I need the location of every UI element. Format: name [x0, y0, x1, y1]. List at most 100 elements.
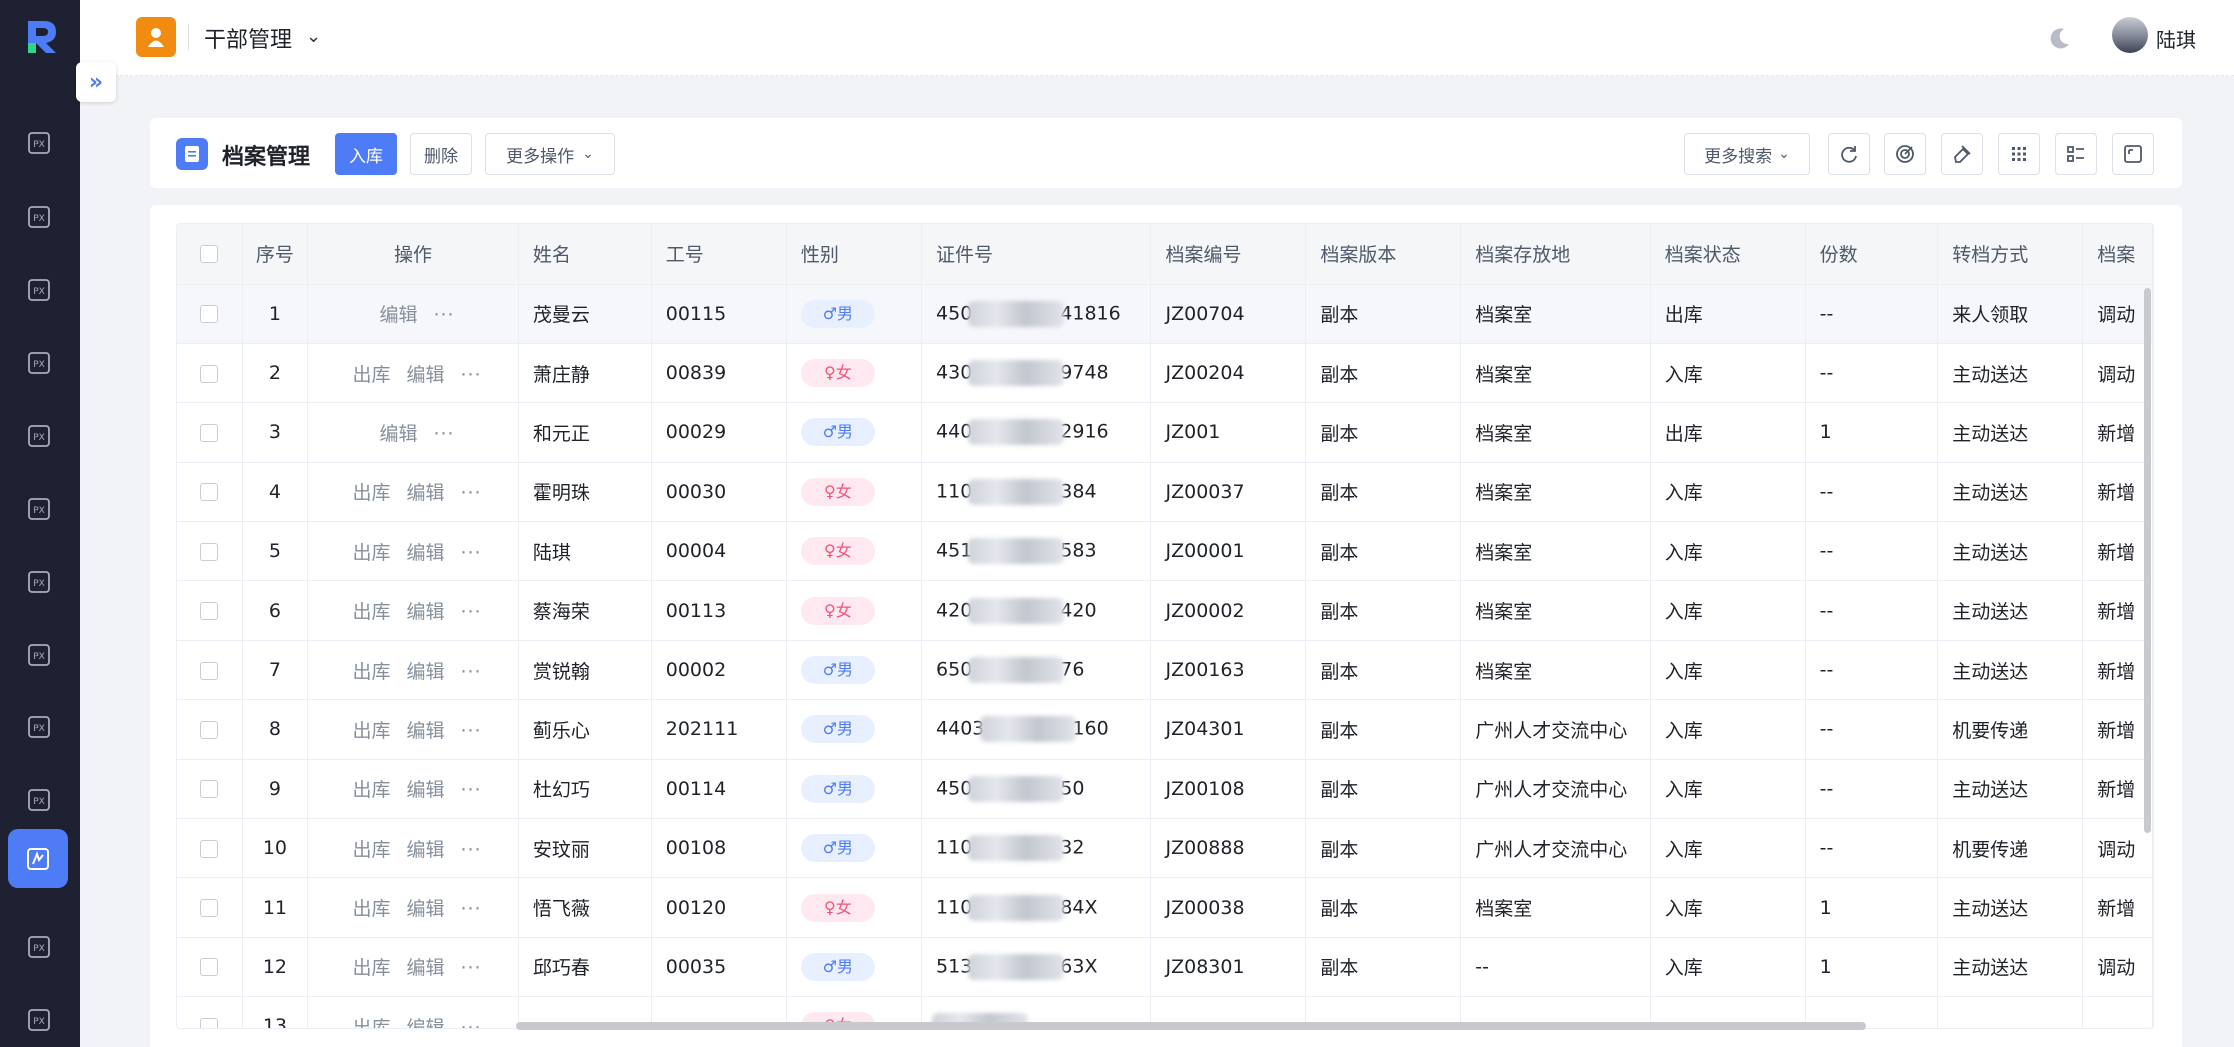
table-row[interactable]: 12 出库 编辑 ··· 邱巧春 00035 ♂男 513 63X JZ08301 副本 -- 入库 1 主… [177, 937, 2153, 998]
check-out-link[interactable]: 出库 [352, 661, 390, 683]
check-out-link[interactable]: 出库 [352, 1017, 390, 1028]
sidebar-item-10[interactable]: PX [24, 785, 54, 815]
row-checkbox[interactable] [200, 899, 219, 918]
more-actions-icon[interactable]: ··· [460, 779, 481, 801]
row-select-cell[interactable] [177, 877, 243, 938]
check-out-link[interactable]: 出库 [352, 601, 390, 623]
sidebar-expand-button[interactable]: » [76, 62, 116, 102]
more-actions-icon[interactable]: ··· [460, 1017, 481, 1028]
delete-button[interactable]: 删除 [410, 133, 472, 175]
table-row[interactable]: 10 出库 编辑 ··· 安玟丽 00108 ♂男 110 32 JZ00888 副本 广州人才交流中… [177, 818, 2153, 879]
sidebar-item-2[interactable]: PX [24, 202, 54, 232]
more-actions-icon[interactable]: ··· [460, 601, 481, 623]
row-select-cell[interactable] [177, 521, 243, 582]
col-header-location[interactable]: 档案存放地 [1460, 224, 1651, 285]
horizontal-scrollbar[interactable] [516, 1022, 1866, 1030]
edit-link[interactable]: 编辑 [406, 779, 444, 801]
check-out-link[interactable]: 出库 [352, 542, 390, 564]
more-actions-icon[interactable]: ··· [433, 423, 454, 445]
more-actions-icon[interactable]: ··· [460, 957, 481, 979]
edit-link[interactable]: 编辑 [406, 898, 444, 920]
table-row[interactable]: 6 出库 编辑 ··· 蔡海荣 00113 ♀女 420 420 JZ00002 副本 档案室 入库 --… [177, 580, 2153, 641]
row-checkbox[interactable] [200, 1017, 219, 1028]
module-switcher[interactable]: 干部管理 [204, 22, 292, 54]
user-name[interactable]: 陆琪 [2156, 24, 2196, 53]
row-select-cell[interactable] [177, 996, 243, 1028]
more-actions-icon[interactable]: ··· [460, 661, 481, 683]
row-checkbox[interactable] [200, 780, 219, 799]
select-all-checkbox[interactable] [200, 245, 219, 264]
row-select-cell[interactable] [177, 402, 243, 463]
edit-link[interactable]: 编辑 [379, 304, 417, 326]
row-checkbox[interactable] [200, 839, 219, 858]
sidebar-item-5[interactable]: PX [24, 421, 54, 451]
edit-link[interactable]: 编辑 [406, 601, 444, 623]
edit-link[interactable]: 编辑 [406, 364, 444, 386]
more-search-button[interactable]: 更多搜索 ⌄ [1684, 133, 1810, 175]
edit-link[interactable]: 编辑 [379, 423, 417, 445]
check-out-link[interactable]: 出库 [352, 779, 390, 801]
row-select-cell[interactable] [177, 462, 243, 523]
table-row[interactable]: 2 出库 编辑 ··· 萧庄静 00839 ♀女 430 9748 JZ00204 副本 档案室 入库 -… [177, 343, 2153, 404]
table-row[interactable]: 7 出库 编辑 ··· 赏锐翰 00002 ♂男 650 76 JZ00163 副本 档案室 入库 -- 主… [177, 640, 2153, 701]
more-actions-button[interactable]: 更多操作 ⌄ [485, 133, 615, 175]
sidebar-item-6[interactable]: PX [24, 494, 54, 524]
more-actions-icon[interactable]: ··· [460, 839, 481, 861]
refresh-button[interactable] [1828, 133, 1870, 175]
sidebar-item-12[interactable]: PX [24, 1005, 54, 1035]
sidebar-item-4[interactable]: PX [24, 348, 54, 378]
row-checkbox[interactable] [200, 602, 219, 621]
edit-link[interactable]: 编辑 [406, 720, 444, 742]
check-out-link[interactable]: 出库 [352, 482, 390, 504]
sidebar-item-8[interactable]: PX [24, 640, 54, 670]
col-header-emp-no[interactable]: 工号 [651, 224, 787, 285]
target-button[interactable] [1884, 133, 1926, 175]
moon-icon[interactable] [2046, 24, 2074, 52]
row-select-cell[interactable] [177, 284, 243, 344]
table-row[interactable]: 5 出库 编辑 ··· 陆琪 00004 ♀女 451 583 JZ00001 副本 档案室 入库 -- 主… [177, 521, 2153, 582]
table-row[interactable]: 4 出库 编辑 ··· 霍明珠 00030 ♀女 110 384 JZ00037 副本 档案室 入库 --… [177, 462, 2153, 523]
table-row[interactable]: 8 出库 编辑 ··· 蓟乐心 202111 ♂男 4403 160 JZ04301 副本 广州人才交… [177, 699, 2153, 760]
col-header-version[interactable]: 档案版本 [1305, 224, 1462, 285]
sidebar-item-3[interactable]: PX [24, 275, 54, 305]
col-header-extra[interactable]: 档案 [2082, 224, 2153, 285]
row-checkbox[interactable] [200, 958, 219, 977]
row-select-cell[interactable] [177, 640, 243, 701]
edit-link[interactable]: 编辑 [406, 542, 444, 564]
check-out-link[interactable]: 出库 [352, 839, 390, 861]
sidebar-item-archive[interactable] [8, 829, 68, 888]
more-actions-icon[interactable]: ··· [433, 304, 454, 326]
edit-link[interactable]: 编辑 [406, 1017, 444, 1028]
row-checkbox[interactable] [200, 483, 219, 502]
fullscreen-button[interactable] [2112, 133, 2154, 175]
table-row[interactable]: 1 编辑 ··· 茂曼云 00115 ♂男 450 41816 JZ00704 副本 档案室 出库 --… [177, 284, 2153, 344]
edit-link[interactable]: 编辑 [406, 482, 444, 504]
table-row[interactable]: 3 编辑 ··· 和元正 00029 ♂男 440 2916 JZ001 副本 档案室 出库 1 主动送达… [177, 402, 2153, 463]
table-row[interactable]: 9 出库 编辑 ··· 杜幻巧 00114 ♂男 450 50 JZ00108 副本 广州人才交流中心… [177, 759, 2153, 820]
edit-link[interactable]: 编辑 [406, 661, 444, 683]
col-header-name[interactable]: 姓名 [518, 224, 652, 285]
more-actions-icon[interactable]: ··· [460, 898, 481, 920]
row-checkbox[interactable] [200, 364, 219, 383]
row-checkbox[interactable] [200, 305, 219, 324]
clear-filter-button[interactable] [1941, 133, 1983, 175]
table-row[interactable]: 11 出库 编辑 ··· 悟飞薇 00120 ♀女 110 84X JZ00038 副本 档案室 入库 1… [177, 877, 2153, 938]
col-header-copies[interactable]: 份数 [1805, 224, 1939, 285]
more-actions-icon[interactable]: ··· [460, 482, 481, 504]
check-out-link[interactable]: 出库 [352, 720, 390, 742]
sidebar-item-7[interactable]: PX [24, 567, 54, 597]
edit-link[interactable]: 编辑 [406, 957, 444, 979]
row-select-cell[interactable] [177, 343, 243, 404]
check-out-link[interactable]: 出库 [352, 957, 390, 979]
row-checkbox[interactable] [200, 661, 219, 680]
col-header-file-no[interactable]: 档案编号 [1150, 224, 1307, 285]
grid-view-button[interactable] [1998, 133, 2040, 175]
col-header-status[interactable]: 档案状态 [1650, 224, 1806, 285]
col-header-transfer[interactable]: 转档方式 [1937, 224, 2084, 285]
sidebar-item-11[interactable]: PX [24, 932, 54, 962]
row-checkbox[interactable] [200, 720, 219, 739]
row-select-cell[interactable] [177, 818, 243, 879]
more-actions-icon[interactable]: ··· [460, 364, 481, 386]
sidebar-item-1[interactable]: PX [24, 128, 54, 158]
avatar[interactable] [2112, 17, 2148, 53]
